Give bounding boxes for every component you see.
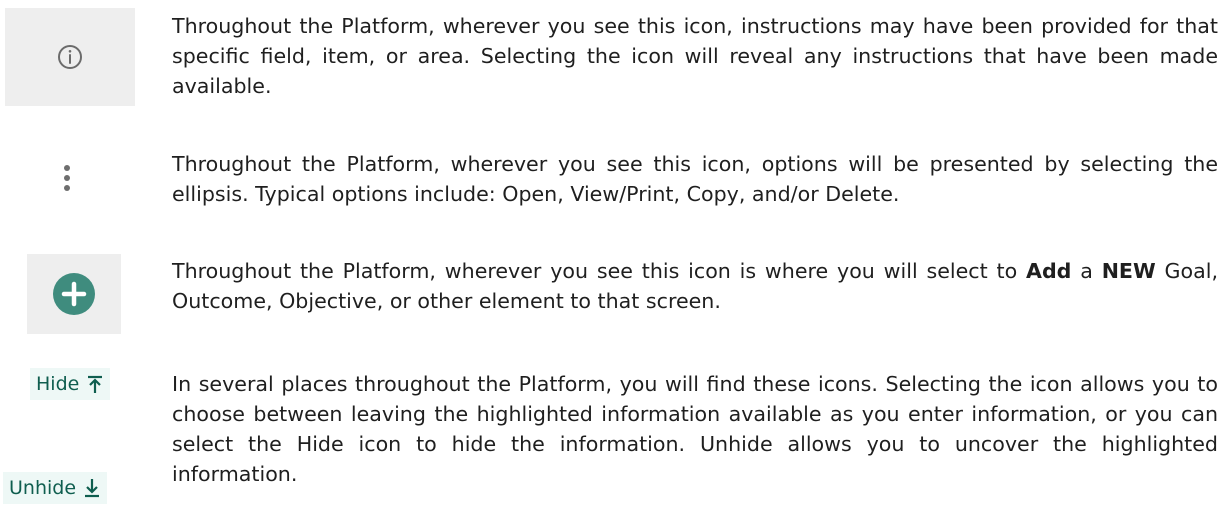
bold-add: Add xyxy=(1026,259,1072,283)
hide-button[interactable]: Hide xyxy=(30,368,111,400)
hide-unhide-description: In several places throughout the Platfor… xyxy=(172,372,1218,486)
bold-new: NEW xyxy=(1101,259,1156,283)
info-circle-icon[interactable] xyxy=(57,44,83,70)
info-icon-description: Throughout the Platform, wherever you se… xyxy=(172,14,1218,98)
info-icon-sample xyxy=(5,8,135,106)
unhide-button[interactable]: Unhide xyxy=(3,472,108,504)
add-circle-icon[interactable] xyxy=(52,272,96,316)
more-vertical-icon[interactable] xyxy=(63,163,71,197)
hide-icon xyxy=(88,375,103,393)
hide-label: Hide xyxy=(36,373,80,395)
add-icon-sample xyxy=(27,254,121,334)
unhide-icon xyxy=(85,479,100,498)
add-icon-description: Throughout the Platform, wherever you se… xyxy=(172,259,1218,313)
more-icon-description: Throughout the Platform, wherever you se… xyxy=(172,152,1218,206)
unhide-label: Unhide xyxy=(9,477,77,499)
